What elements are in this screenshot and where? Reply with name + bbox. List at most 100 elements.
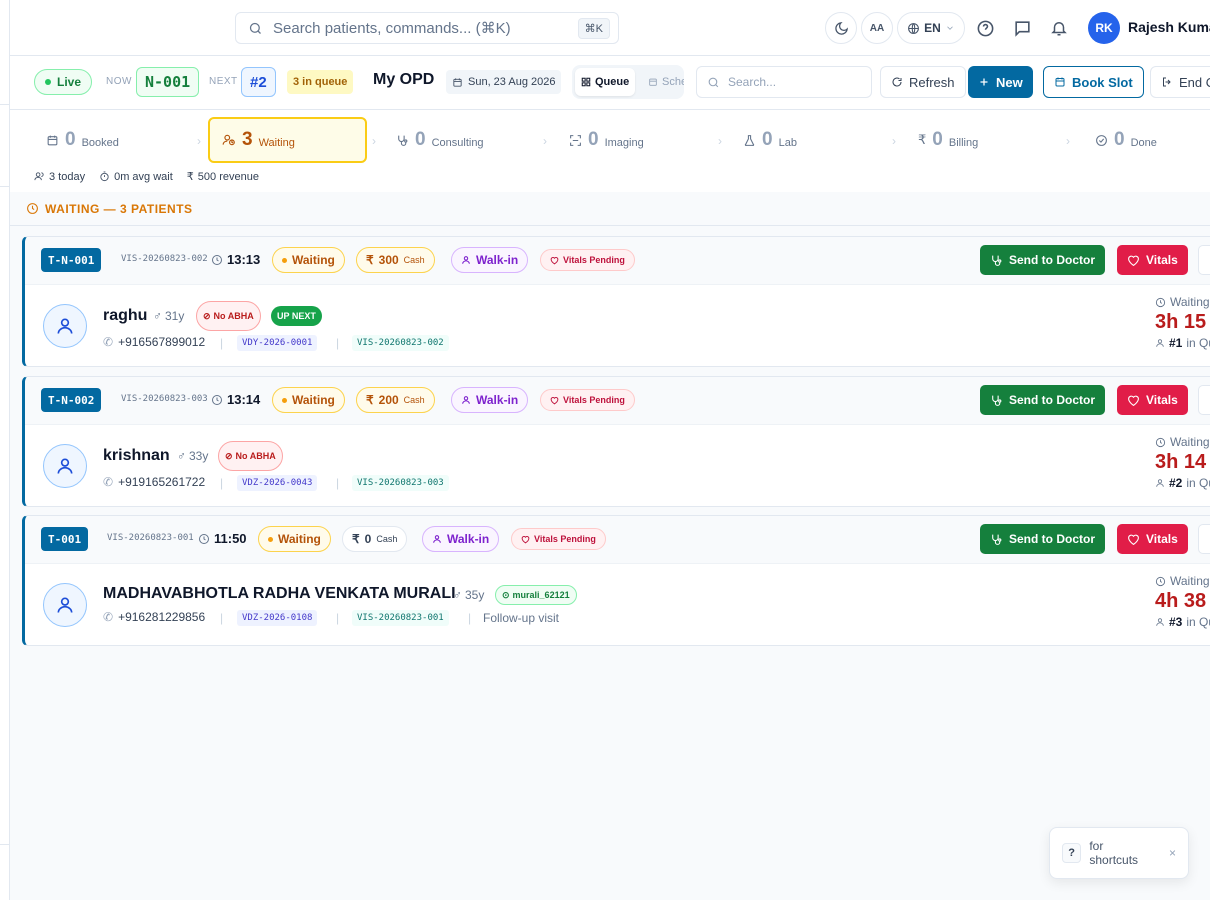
book-slot-button[interactable]: Book Slot — [1043, 66, 1144, 98]
patient-name[interactable]: MADHAVABHOTLA RADHA VENKATA MURALI — [103, 585, 456, 603]
rupee-icon: ₹ — [186, 171, 194, 183]
help-button[interactable] — [973, 16, 997, 40]
patient-card[interactable]: T-N-001 VIS-20260823-002 13:13 Waiting ₹… — [22, 236, 1210, 367]
rupee-icon: ₹ — [918, 132, 927, 147]
status-dot — [282, 397, 287, 403]
waiting-text: Waiting — [1170, 574, 1210, 588]
token-badge[interactable]: T-N-001 — [41, 248, 102, 272]
stage-waiting[interactable]: 3 Waiting — [208, 117, 367, 163]
pay-mode: Cash — [403, 255, 425, 265]
send-to-doctor-button[interactable]: Send to Doctor — [980, 245, 1105, 275]
divider: | — [220, 611, 224, 625]
shortcut-key: ? — [1062, 843, 1082, 863]
age-text: 35y — [465, 588, 485, 602]
stat-revenue-text: 500 revenue — [197, 170, 259, 183]
refresh-button[interactable]: Refresh — [880, 66, 966, 98]
font-size-button[interactable]: AA — [861, 12, 893, 44]
abha-text: No ABHA — [235, 451, 276, 461]
stage-consulting[interactable]: 0 Consulting — [384, 118, 496, 162]
gender-icon: ♂ — [177, 449, 186, 463]
close-icon[interactable]: × — [1169, 846, 1176, 860]
user-icon — [57, 318, 73, 334]
abha-badge: ⊙ murali_62121 — [495, 585, 577, 605]
now-token[interactable]: N-001 — [136, 67, 200, 97]
global-search[interactable]: Search patients, commands... (⌘K) ⌘K — [235, 12, 619, 44]
send-to-doctor-button[interactable]: Send to Doctor — [980, 524, 1105, 554]
queue-search-placeholder: Search... — [728, 75, 777, 89]
now-label: NOW — [106, 76, 132, 87]
patient-id[interactable]: VDY-2026-0001 — [237, 335, 318, 351]
queue-number: #2 — [1169, 476, 1183, 490]
waiting-label: Waiting — [1155, 435, 1210, 449]
patient-card[interactable]: T-N-002 VIS-20260823-003 13:14 Waiting ₹… — [22, 376, 1210, 507]
patient-name[interactable]: krishnan — [103, 447, 170, 465]
bell-icon — [1051, 22, 1067, 36]
user-name[interactable]: Rajesh Kumar — [1128, 19, 1210, 35]
language-select[interactable]: EN — [897, 12, 965, 44]
calendar-icon — [649, 78, 657, 86]
grid-icon — [581, 77, 591, 87]
vitals-button[interactable]: Vitals — [1117, 245, 1188, 275]
waiting-section-header: WAITING — 3 PATIENTS — [10, 192, 1210, 226]
token-badge[interactable]: T-N-002 — [41, 388, 102, 412]
user-icon — [462, 396, 470, 404]
message-square-icon — [1014, 20, 1030, 37]
heart-pulse-icon — [1128, 395, 1139, 406]
visit-type-badge: Walk-in — [451, 387, 529, 413]
new-button[interactable]: New — [968, 66, 1033, 98]
clock-icon — [1155, 576, 1166, 586]
token-badge[interactable]: T-001 — [41, 527, 89, 551]
more-actions-button[interactable] — [1198, 245, 1210, 275]
vitals-text: Vitals Pending — [563, 395, 625, 405]
patient-name[interactable]: raghu — [103, 307, 147, 325]
wait-info: Waiting 3h 15 #1in Qu — [1155, 295, 1210, 350]
globe-icon — [908, 22, 920, 34]
calendar-icon — [453, 77, 462, 87]
visit-id[interactable]: VIS-20260823-001 — [352, 610, 449, 626]
stage-lab[interactable]: 0 Lab — [731, 118, 809, 162]
more-actions-button[interactable] — [1198, 385, 1210, 415]
tab-schedule[interactable]: Sche — [642, 68, 684, 96]
more-actions-button[interactable] — [1198, 524, 1210, 554]
patient-phone: ✆ +916281229856 — [103, 610, 205, 624]
waiting-text: Waiting — [1170, 435, 1210, 449]
tab-queue[interactable]: Queue — [575, 68, 636, 96]
new-label: New — [996, 74, 1023, 90]
theme-toggle-button[interactable] — [825, 12, 857, 44]
patient-id[interactable]: VDZ-2026-0108 — [237, 610, 318, 626]
date-badge[interactable]: Sun, 23 Aug 2026 — [446, 70, 562, 94]
vitals-button[interactable]: Vitals — [1117, 385, 1188, 415]
messages-button[interactable] — [1010, 16, 1034, 40]
stage-count: 0 — [932, 129, 943, 150]
stage-imaging[interactable]: 0 Imaging — [557, 118, 656, 162]
patient-card[interactable]: T-001 VIS-20260823-001 11:50 Waiting ₹0 C… — [22, 515, 1210, 646]
visit-id[interactable]: VIS-20260823-002 — [352, 335, 449, 351]
divider: | — [220, 336, 224, 350]
amount-text: 300 — [378, 253, 399, 267]
vitals-button[interactable]: Vitals — [1117, 524, 1188, 554]
notifications-button[interactable] — [1047, 16, 1071, 40]
stethoscope-icon — [398, 135, 408, 146]
user-avatar[interactable]: RK — [1088, 12, 1120, 44]
visit-id[interactable]: VIS-20260823-003 — [352, 475, 449, 491]
send-to-doctor-button[interactable]: Send to Doctor — [980, 385, 1105, 415]
stage-billing[interactable]: ₹ 0 Billing — [906, 118, 990, 162]
payment-badge: ₹0 Cash — [342, 526, 408, 552]
stethoscope-icon — [992, 395, 1002, 406]
stage-label: Waiting — [258, 136, 295, 149]
end-opd-button[interactable]: End O — [1150, 66, 1210, 98]
check-in-time: 11:50 — [198, 531, 247, 546]
stage-booked[interactable]: 0 Booked — [34, 118, 131, 162]
check-circle-icon: ⊙ — [502, 589, 510, 600]
search-shortcut-key: ⌘K — [577, 17, 610, 39]
queue-number: #1 — [1169, 336, 1183, 350]
patient-id[interactable]: VDZ-2026-0043 — [237, 475, 318, 491]
next-token[interactable]: #2 — [241, 67, 276, 97]
patient-avatar — [43, 444, 87, 488]
page-title: My OPD — [373, 71, 435, 88]
time-text: 13:14 — [227, 392, 261, 407]
queue-search-input[interactable]: Search... — [696, 66, 872, 98]
stage-label: Lab — [778, 136, 797, 149]
stage-done[interactable]: 0 Done — [1083, 118, 1169, 162]
chevron-right-icon: › — [718, 134, 722, 148]
